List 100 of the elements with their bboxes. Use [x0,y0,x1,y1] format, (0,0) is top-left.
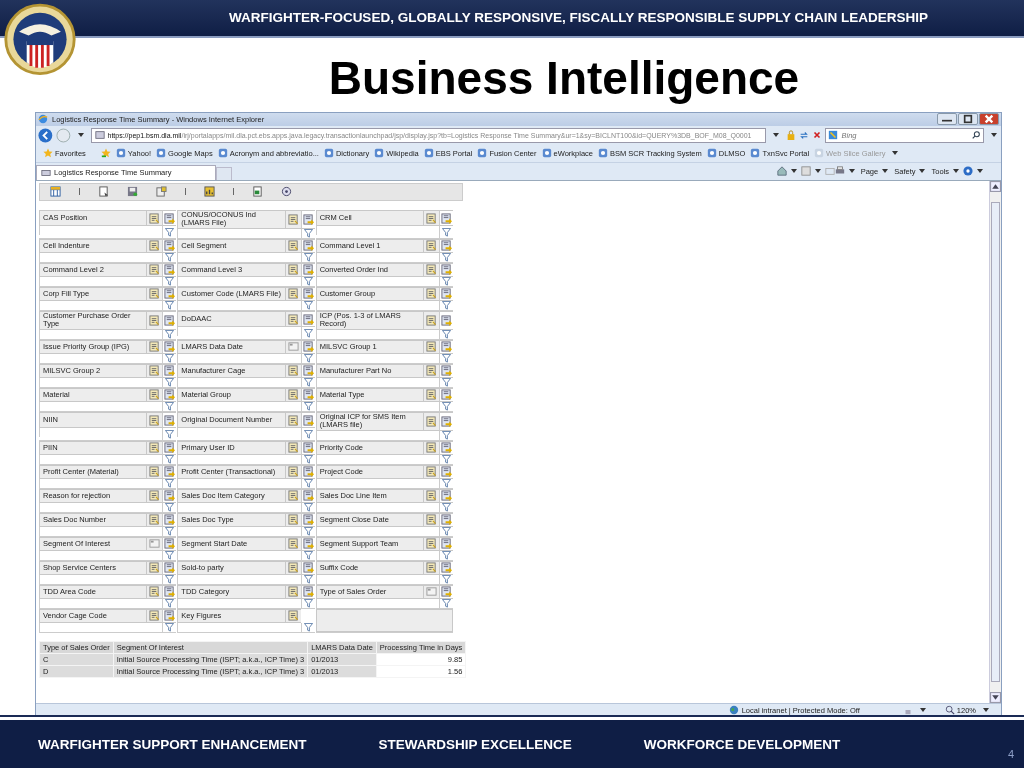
edit-icon[interactable] [287,514,299,526]
edit-icon[interactable] [426,365,437,377]
help-icon[interactable] [963,166,973,177]
move-icon[interactable] [441,586,452,598]
move-icon[interactable] [164,466,176,478]
edit-icon[interactable] [149,389,161,401]
move-icon[interactable] [164,240,176,252]
move-icon[interactable] [302,365,314,377]
filter-icon[interactable] [442,329,451,339]
edit-icon[interactable] [426,341,437,353]
move-icon[interactable] [302,341,314,353]
home-icon[interactable] [776,166,787,177]
chart-icon[interactable] [204,186,215,198]
scrollbar[interactable] [989,180,1001,704]
move-icon[interactable] [164,264,176,276]
move-icon[interactable] [302,538,314,550]
edit-icon[interactable] [287,213,299,225]
move-icon[interactable] [302,288,314,300]
edit-icon[interactable] [149,514,161,526]
edit-icon[interactable] [287,610,299,622]
edit-icon[interactable] [149,562,161,574]
move-icon[interactable] [164,414,176,426]
filter-icon[interactable] [442,526,451,536]
edit-icon[interactable] [287,240,299,252]
move-icon[interactable] [164,586,176,598]
refresh-icon[interactable] [799,130,810,141]
move-icon[interactable] [302,389,314,401]
edit-icon[interactable] [287,365,299,377]
edit-icon[interactable] [149,314,161,326]
move-icon[interactable] [164,538,176,550]
edit-icon[interactable] [149,586,161,598]
edit-icon[interactable] [287,288,299,300]
move-icon[interactable] [441,314,452,326]
move-icon[interactable] [164,341,176,353]
table-icon[interactable] [50,186,61,198]
save-icon[interactable] [127,186,138,198]
edit-icon[interactable] [287,442,299,454]
filter-icon[interactable] [442,353,451,363]
edit-icon[interactable] [287,264,299,276]
filter-icon[interactable] [442,227,451,237]
edit-icon[interactable] [287,562,299,574]
edit-icon[interactable] [149,490,161,502]
move-icon[interactable] [302,313,314,325]
move-icon[interactable] [302,562,314,574]
filter-icon[interactable] [442,276,451,286]
edit-icon[interactable] [287,313,299,325]
move-icon[interactable] [441,442,452,454]
move-icon[interactable] [441,490,452,502]
move-icon[interactable] [441,538,452,550]
maximize-button[interactable] [958,113,978,126]
spreadsheet-icon[interactable] [252,186,263,198]
edit-icon[interactable] [426,212,437,224]
move-icon[interactable] [302,414,314,426]
move-icon[interactable] [164,365,176,377]
edit-icon[interactable] [149,264,161,276]
filter-icon[interactable] [442,574,451,584]
edit-icon[interactable] [149,288,161,300]
filter-icon[interactable] [442,598,451,608]
edit-icon[interactable] [287,586,299,598]
edit-icon[interactable] [287,538,299,550]
back-icon[interactable] [38,127,53,143]
move-icon[interactable] [441,466,452,478]
move-icon[interactable] [164,314,176,326]
edit-icon[interactable] [426,264,437,276]
window-icon[interactable] [156,186,167,198]
settings-icon[interactable] [281,186,292,198]
filter-icon[interactable] [442,300,451,310]
edit-icon[interactable] [426,314,437,326]
move-icon[interactable] [441,212,452,224]
edit-icon[interactable] [287,466,299,478]
stop-icon[interactable] [812,130,823,141]
move-icon[interactable] [441,341,452,353]
scroll-up-icon[interactable] [990,180,1001,192]
edit-icon[interactable] [149,466,161,478]
move-icon[interactable] [441,415,452,427]
edit-icon[interactable] [426,415,437,427]
print-icon[interactable] [834,166,845,177]
edit-icon[interactable] [149,414,161,426]
edit-icon[interactable] [149,341,161,353]
move-icon[interactable] [164,389,176,401]
edit-icon[interactable] [426,240,437,252]
move-icon[interactable] [302,490,314,502]
move-icon[interactable] [302,466,314,478]
edit-icon[interactable] [426,490,437,502]
edit-icon[interactable] [426,514,437,526]
move-icon[interactable] [164,610,176,622]
filter-icon[interactable] [442,550,451,560]
move-icon[interactable] [302,442,314,454]
minimize-button[interactable] [937,113,957,126]
move-icon[interactable] [302,264,314,276]
edit-icon[interactable] [426,389,437,401]
edit-icon[interactable] [287,490,299,502]
edit-icon[interactable] [287,389,299,401]
move-icon[interactable] [441,264,452,276]
move-icon[interactable] [164,490,176,502]
close-button[interactable] [979,113,999,126]
move-icon[interactable] [302,586,314,598]
add-favorite-icon[interactable] [100,148,111,159]
move-icon[interactable] [164,514,176,526]
filter-icon[interactable] [442,430,451,440]
